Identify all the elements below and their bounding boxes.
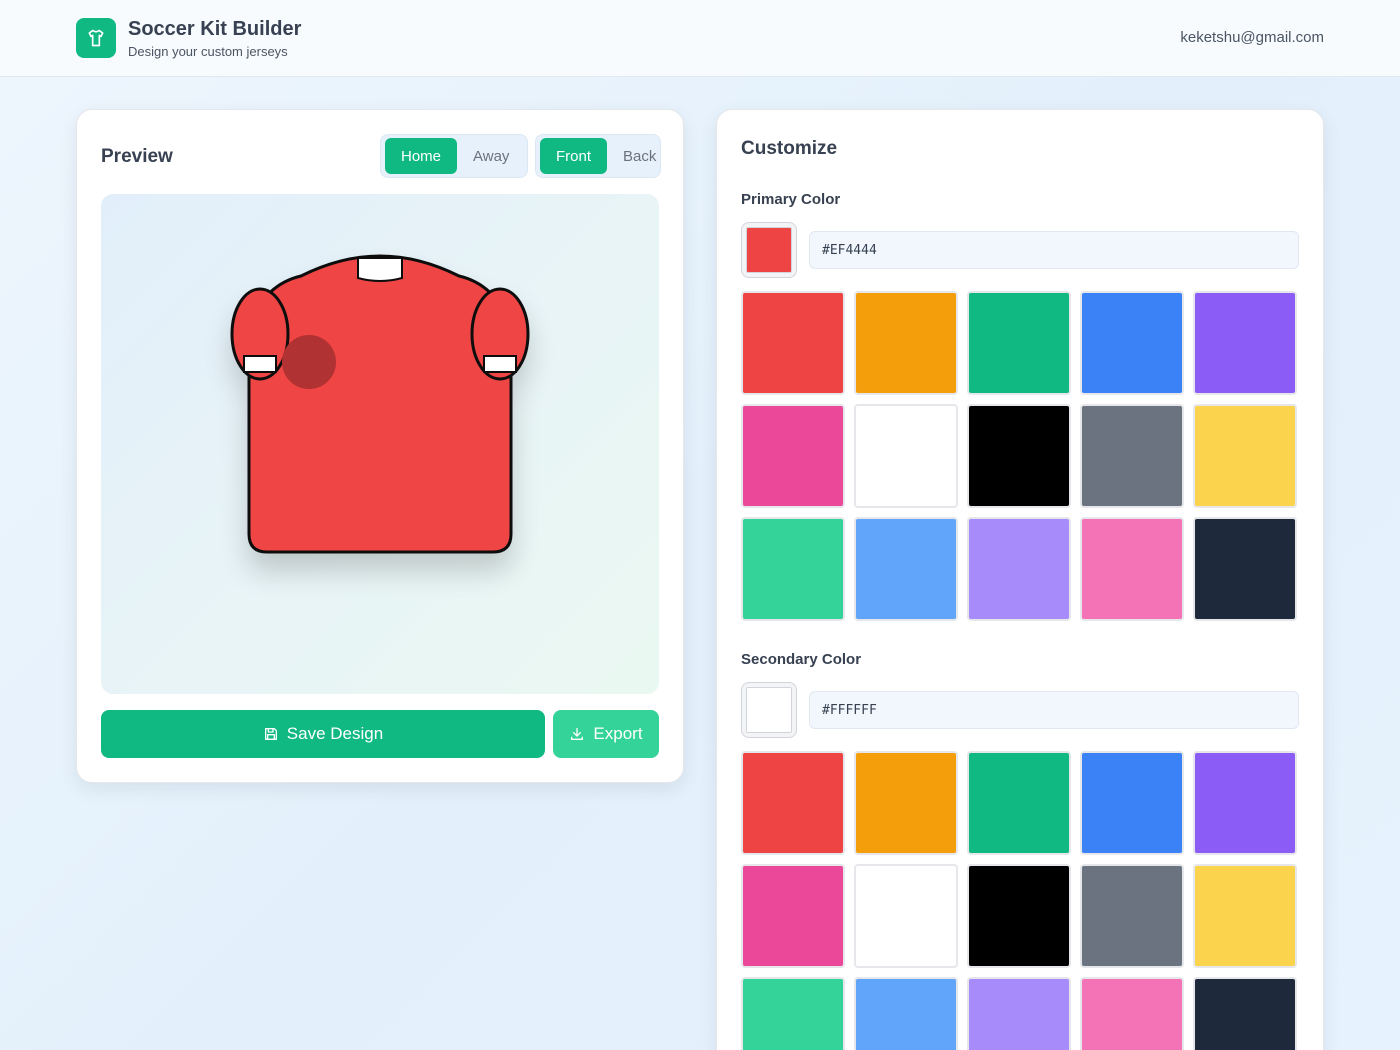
view-toggle: Front Back: [535, 134, 661, 178]
secondary-swatch-grid: [741, 751, 1299, 1050]
kit-option-away[interactable]: Away: [457, 138, 525, 174]
jersey-right-cuff: [483, 355, 517, 373]
customize-card: Customize Primary Color Secondary Color: [716, 109, 1324, 1050]
secondary-swatch-3[interactable]: [1080, 751, 1184, 855]
export-label: Export: [593, 724, 643, 743]
export-button[interactable]: Export: [553, 710, 659, 758]
secondary-color-current: [746, 687, 792, 733]
save-design-button[interactable]: Save Design: [101, 710, 545, 758]
primary-swatch-1[interactable]: [854, 291, 958, 395]
primary-swatch-2[interactable]: [967, 291, 1071, 395]
kit-option-home[interactable]: Home: [385, 138, 458, 174]
primary-swatch-10[interactable]: [741, 517, 845, 621]
primary-swatch-14[interactable]: [1193, 517, 1297, 621]
secondary-swatch-12[interactable]: [967, 977, 1071, 1050]
jersey-crest[interactable]: [282, 335, 336, 389]
primary-swatch-6[interactable]: [854, 404, 958, 508]
secondary-color-picker[interactable]: [741, 682, 797, 738]
secondary-swatch-0[interactable]: [741, 751, 845, 855]
jersey-collar: [357, 257, 403, 282]
secondary-hex-input[interactable]: [809, 691, 1299, 729]
preview-card: Preview Home Away Front Back Save Design…: [76, 109, 684, 783]
primary-swatch-0[interactable]: [741, 291, 845, 395]
preview-title: Preview: [101, 146, 173, 167]
view-option-front[interactable]: Front: [540, 138, 608, 174]
secondary-swatch-5[interactable]: [741, 864, 845, 968]
app-header: Soccer Kit Builder Design your custom je…: [0, 0, 1400, 77]
user-email[interactable]: keketshu@gmail.com: [1180, 29, 1324, 46]
secondary-swatch-1[interactable]: [854, 751, 958, 855]
jersey-body[interactable]: [247, 254, 513, 554]
secondary-color-label: Secondary Color: [741, 651, 862, 668]
primary-swatch-12[interactable]: [967, 517, 1071, 621]
app-logo[interactable]: [76, 18, 116, 58]
secondary-swatch-13[interactable]: [1080, 977, 1184, 1050]
primary-hex-input[interactable]: [809, 231, 1299, 269]
primary-swatch-grid: [741, 291, 1299, 621]
primary-swatch-13[interactable]: [1080, 517, 1184, 621]
save-icon: [264, 728, 277, 740]
download-icon: [571, 728, 584, 740]
primary-swatch-4[interactable]: [1193, 291, 1297, 395]
primary-color-label: Primary Color: [741, 191, 841, 208]
primary-swatch-9[interactable]: [1193, 404, 1297, 508]
secondary-swatch-2[interactable]: [967, 751, 1071, 855]
primary-swatch-11[interactable]: [854, 517, 958, 621]
primary-swatch-3[interactable]: [1080, 291, 1184, 395]
customize-title: Customize: [741, 138, 838, 159]
primary-swatch-7[interactable]: [967, 404, 1071, 508]
app-subtitle: Design your custom jerseys: [128, 44, 288, 59]
jersey-preview: [230, 254, 530, 554]
shirt-icon: [88, 29, 104, 47]
secondary-swatch-7[interactable]: [967, 864, 1071, 968]
secondary-swatch-14[interactable]: [1193, 977, 1297, 1050]
secondary-swatch-10[interactable]: [741, 977, 845, 1050]
kit-toggle: Home Away: [380, 134, 528, 178]
secondary-swatch-11[interactable]: [854, 977, 958, 1050]
app-title: Soccer Kit Builder: [128, 18, 302, 40]
save-design-label: Save Design: [286, 724, 384, 743]
secondary-swatch-6[interactable]: [854, 864, 958, 968]
primary-swatch-5[interactable]: [741, 404, 845, 508]
secondary-swatch-4[interactable]: [1193, 751, 1297, 855]
primary-color-current: [746, 227, 792, 273]
secondary-swatch-9[interactable]: [1193, 864, 1297, 968]
secondary-swatch-8[interactable]: [1080, 864, 1184, 968]
view-option-back[interactable]: Back: [607, 138, 672, 174]
jersey-left-cuff: [243, 355, 277, 373]
primary-color-picker[interactable]: [741, 222, 797, 278]
jersey-preview-stage: [101, 194, 659, 694]
primary-swatch-8[interactable]: [1080, 404, 1184, 508]
